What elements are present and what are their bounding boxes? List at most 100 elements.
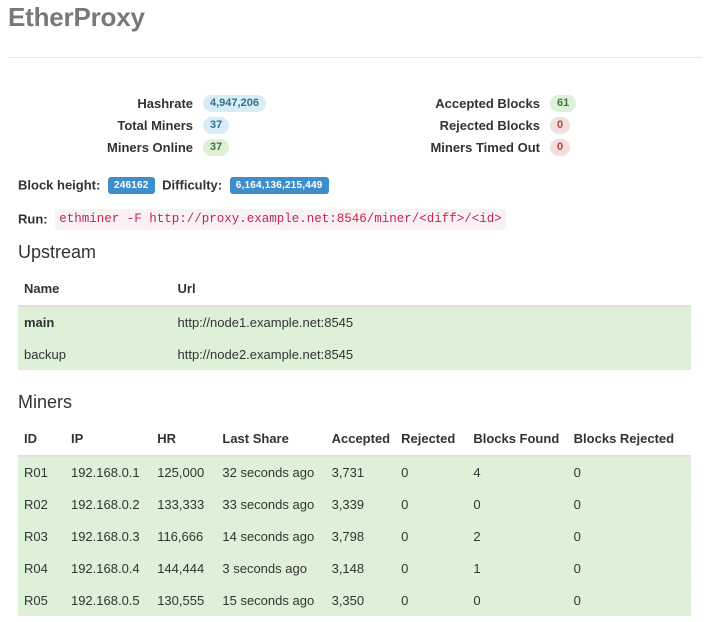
miners-cell-last-share: 33 seconds ago: [222, 489, 331, 521]
table-row: R04192.168.0.4144,4443 seconds ago3,1480…: [18, 553, 691, 585]
block-height-label: Block height:: [18, 178, 100, 193]
miners-cell-blocks-rejected: 0: [574, 585, 691, 617]
table-row: R05192.168.0.5130,55515 seconds ago3,350…: [18, 585, 691, 617]
upstream-cell-name: main: [18, 306, 178, 339]
upstream-table: Name Url mainhttp://node1.example.net:85…: [18, 276, 691, 370]
stat-row: Accepted Blocks 61: [350, 93, 700, 112]
miners-cell-ip: 192.168.0.1: [71, 456, 157, 489]
miners-cell-ip: 192.168.0.2: [71, 489, 157, 521]
stat-label: Miners Timed Out: [350, 138, 540, 157]
difficulty-label: Difficulty:: [162, 178, 222, 193]
miners-col-blocks-found: Blocks Found: [473, 426, 573, 456]
miners-cell-rejected: 0: [401, 456, 473, 489]
miners-cell-blocks-found: 0: [473, 585, 573, 617]
header-divider: [8, 57, 702, 58]
miners-table-head: ID IP HR Last Share Accepted Rejected Bl…: [18, 426, 691, 456]
miners-cell-rejected: 0: [401, 489, 473, 521]
miners-cell-blocks-found: 2: [473, 521, 573, 553]
miners-cell-hr: 125,000: [157, 456, 222, 489]
miners-cell-blocks-found: 0: [473, 489, 573, 521]
miners-cell-hr: 133,333: [157, 489, 222, 521]
difficulty-badge: 6,164,136,215,449: [230, 177, 329, 194]
miners-cell-accepted: 3,350: [332, 585, 402, 617]
miners-table-body: R01192.168.0.1125,00032 seconds ago3,731…: [18, 456, 691, 616]
run-command-line: Run: ethminer -F http://proxy.example.ne…: [18, 209, 506, 230]
upstream-cell-name: backup: [18, 339, 178, 371]
stat-label: Total Miners: [0, 116, 193, 135]
run-label: Run:: [18, 212, 48, 227]
miners-cell-hr: 116,666: [157, 521, 222, 553]
miners-col-rejected: Rejected: [401, 426, 473, 456]
miners-col-hr: HR: [157, 426, 222, 456]
stat-label: Accepted Blocks: [350, 94, 540, 113]
miners-cell-id: R03: [18, 521, 71, 553]
stat-row: Hashrate 4,947,206: [0, 93, 340, 112]
miners-cell-accepted: 3,798: [332, 521, 402, 553]
stat-value-badge: 0: [550, 139, 570, 156]
stat-label: Rejected Blocks: [350, 116, 540, 135]
miners-col-last-share: Last Share: [222, 426, 331, 456]
miners-cell-last-share: 3 seconds ago: [222, 553, 331, 585]
miners-header-row: ID IP HR Last Share Accepted Rejected Bl…: [18, 426, 691, 456]
miners-cell-blocks-found: 1: [473, 553, 573, 585]
page-title: EtherProxy: [8, 2, 145, 33]
stat-row: Rejected Blocks 0: [350, 115, 700, 134]
miners-cell-rejected: 0: [401, 553, 473, 585]
upstream-section-title: Upstream: [18, 242, 96, 263]
table-row: R01192.168.0.1125,00032 seconds ago3,731…: [18, 456, 691, 489]
miners-col-accepted: Accepted: [332, 426, 402, 456]
table-row: mainhttp://node1.example.net:8545: [18, 306, 691, 339]
stat-row: Miners Online 37: [0, 137, 340, 156]
miners-cell-id: R02: [18, 489, 71, 521]
stat-label: Miners Online: [0, 138, 193, 157]
miners-cell-blocks-rejected: 0: [574, 521, 691, 553]
miners-cell-last-share: 32 seconds ago: [222, 456, 331, 489]
table-row: R03192.168.0.3116,66614 seconds ago3,798…: [18, 521, 691, 553]
stat-label: Hashrate: [0, 94, 193, 113]
upstream-col-name: Name: [18, 276, 178, 306]
miners-col-ip: IP: [71, 426, 157, 456]
upstream-col-url: Url: [178, 276, 692, 306]
table-row: backuphttp://node2.example.net:8545: [18, 339, 691, 371]
miners-cell-rejected: 0: [401, 521, 473, 553]
miners-cell-accepted: 3,731: [332, 456, 402, 489]
stat-row: Total Miners 37: [0, 115, 340, 134]
miners-cell-last-share: 15 seconds ago: [222, 585, 331, 617]
miners-table: ID IP HR Last Share Accepted Rejected Bl…: [18, 426, 691, 616]
block-height-line: Block height: 246162 Difficulty: 6,164,1…: [18, 176, 333, 195]
run-command-code[interactable]: ethminer -F http://proxy.example.net:854…: [55, 209, 506, 230]
table-row: R02192.168.0.2133,33333 seconds ago3,339…: [18, 489, 691, 521]
page-root: EtherProxy Hashrate 4,947,206 Total Miners…: [0, 0, 710, 622]
miners-cell-blocks-rejected: 0: [574, 489, 691, 521]
stat-value-badge: 37: [203, 139, 229, 156]
upstream-table-head: Name Url: [18, 276, 691, 306]
stat-value-badge: 4,947,206: [203, 95, 266, 112]
miners-cell-id: R04: [18, 553, 71, 585]
miners-cell-blocks-found: 4: [473, 456, 573, 489]
miners-cell-id: R01: [18, 456, 71, 489]
miners-cell-id: R05: [18, 585, 71, 617]
upstream-table-body: mainhttp://node1.example.net:8545backuph…: [18, 306, 691, 370]
miners-cell-accepted: 3,339: [332, 489, 402, 521]
miners-cell-accepted: 3,148: [332, 553, 402, 585]
miners-cell-ip: 192.168.0.3: [71, 521, 157, 553]
miners-cell-ip: 192.168.0.5: [71, 585, 157, 617]
stats-column-right: Accepted Blocks 61 Rejected Blocks 0 Miners …: [350, 93, 700, 159]
upstream-header-row: Name Url: [18, 276, 691, 306]
miners-cell-blocks-rejected: 0: [574, 456, 691, 489]
miners-cell-rejected: 0: [401, 585, 473, 617]
stat-value-badge: 61: [550, 95, 576, 112]
block-height-badge: 246162: [108, 177, 155, 194]
miners-section-title: Miners: [18, 392, 72, 413]
miners-cell-hr: 144,444: [157, 553, 222, 585]
stat-value-badge: 0: [550, 117, 570, 134]
miners-cell-hr: 130,555: [157, 585, 222, 617]
miners-cell-last-share: 14 seconds ago: [222, 521, 331, 553]
miners-cell-blocks-rejected: 0: [574, 553, 691, 585]
miners-cell-ip: 192.168.0.4: [71, 553, 157, 585]
upstream-cell-url: http://node2.example.net:8545: [178, 339, 692, 371]
miners-col-id: ID: [18, 426, 71, 456]
upstream-cell-url: http://node1.example.net:8545: [178, 306, 692, 339]
miners-col-blocks-rejected: Blocks Rejected: [574, 426, 691, 456]
stat-value-badge: 37: [203, 117, 229, 134]
